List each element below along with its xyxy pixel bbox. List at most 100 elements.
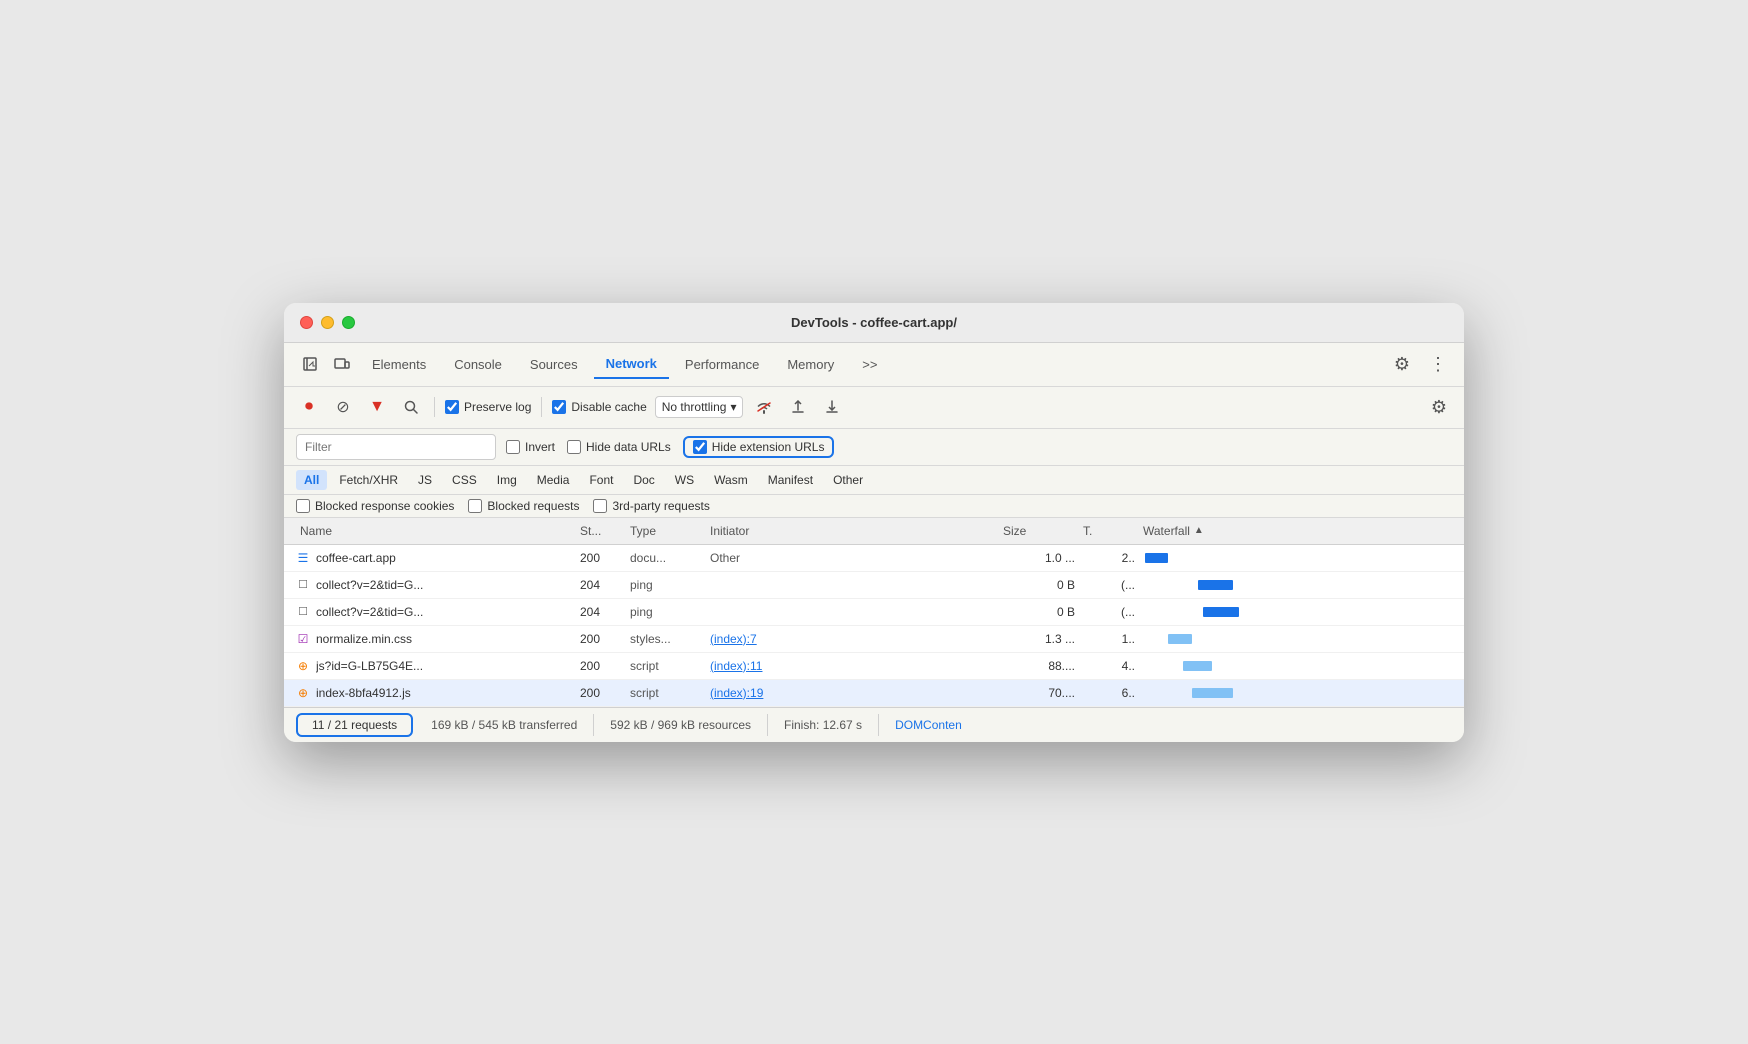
upload-icon[interactable] xyxy=(785,394,811,420)
blocked-cookies-checkbox[interactable] xyxy=(296,499,310,513)
tab-network[interactable]: Network xyxy=(594,350,669,379)
hide-extension-checkbox[interactable] xyxy=(693,440,707,454)
row-initiator: Other xyxy=(706,551,999,565)
type-img[interactable]: Img xyxy=(489,470,525,490)
tab-console[interactable]: Console xyxy=(442,351,514,378)
record-button[interactable]: ⏺ xyxy=(296,394,322,420)
row-filename: coffee-cart.app xyxy=(316,551,396,565)
row-size: 1.3 ... xyxy=(999,632,1079,646)
row-size: 70.... xyxy=(999,686,1079,700)
network-settings-icon[interactable]: ⚙ xyxy=(1426,394,1452,420)
row-time: (... xyxy=(1079,578,1139,592)
filter-icon[interactable]: ▼ xyxy=(364,394,390,420)
traffic-lights xyxy=(300,316,355,329)
table-row[interactable]: ⊕ js?id=G-LB75G4E... 200 script (index):… xyxy=(284,653,1464,680)
download-icon[interactable] xyxy=(819,394,845,420)
blocked-requests-checkbox[interactable] xyxy=(468,499,482,513)
col-waterfall[interactable]: Waterfall ▲ xyxy=(1139,524,1432,538)
window-title: DevTools - coffee-cart.app/ xyxy=(791,315,957,330)
devtools-window: DevTools - coffee-cart.app/ Elements Con… xyxy=(284,303,1464,742)
col-name[interactable]: Name xyxy=(296,524,576,538)
settings-icon[interactable]: ⚙ xyxy=(1388,350,1416,378)
type-wasm[interactable]: Wasm xyxy=(706,470,756,490)
row-initiator[interactable]: (index):11 xyxy=(706,659,999,673)
row-filename: collect?v=2&tid=G... xyxy=(316,578,423,592)
checkbox-icon: ☐ xyxy=(296,578,310,592)
table-row[interactable]: ⊕ index-8bfa4912.js 200 script (index):1… xyxy=(284,680,1464,707)
row-initiator[interactable]: (index):7 xyxy=(706,632,999,646)
hide-data-urls-checkbox[interactable] xyxy=(567,440,581,454)
type-js[interactable]: JS xyxy=(410,470,440,490)
blocked-requests-label[interactable]: Blocked requests xyxy=(468,499,579,513)
close-button[interactable] xyxy=(300,316,313,329)
maximize-button[interactable] xyxy=(342,316,355,329)
disable-cache-label[interactable]: Disable cache xyxy=(552,400,646,414)
row-status: 204 xyxy=(576,578,626,592)
search-icon[interactable] xyxy=(398,394,424,420)
preserve-log-checkbox[interactable] xyxy=(445,400,459,414)
tab-memory[interactable]: Memory xyxy=(775,351,846,378)
row-name-cell: ☑ normalize.min.css xyxy=(296,632,576,646)
preserve-log-label[interactable]: Preserve log xyxy=(445,400,531,414)
type-manifest[interactable]: Manifest xyxy=(760,470,821,490)
network-conditions-icon[interactable] xyxy=(751,394,777,420)
minimize-button[interactable] xyxy=(321,316,334,329)
filter-input[interactable] xyxy=(296,434,496,460)
row-initiator[interactable]: (index):19 xyxy=(706,686,999,700)
tab-sources[interactable]: Sources xyxy=(518,351,590,378)
devtools-tabs: Elements Console Sources Network Perform… xyxy=(284,343,1464,387)
row-size: 1.0 ... xyxy=(999,551,1079,565)
filter-row: Invert Hide data URLs Hide extension URL… xyxy=(284,429,1464,466)
row-name-cell: ☰ coffee-cart.app xyxy=(296,551,576,565)
col-status[interactable]: St... xyxy=(576,524,626,538)
throttle-select[interactable]: No throttling ▾ xyxy=(655,396,744,418)
dom-content: DOMConten xyxy=(879,714,978,736)
col-size[interactable]: Size xyxy=(999,524,1079,538)
row-status: 200 xyxy=(576,659,626,673)
col-initiator[interactable]: Initiator xyxy=(706,524,999,538)
row-status: 200 xyxy=(576,686,626,700)
third-party-checkbox[interactable] xyxy=(593,499,607,513)
hide-extension-label[interactable]: Hide extension URLs xyxy=(693,440,825,454)
tab-performance[interactable]: Performance xyxy=(673,351,771,378)
row-size: 0 B xyxy=(999,605,1079,619)
waterfall-cell xyxy=(1139,685,1432,701)
type-doc[interactable]: Doc xyxy=(625,470,662,490)
row-filename: normalize.min.css xyxy=(316,632,412,646)
row-name-cell: ☐ collect?v=2&tid=G... xyxy=(296,578,576,592)
type-css[interactable]: CSS xyxy=(444,470,485,490)
row-type: ping xyxy=(626,578,706,592)
col-type[interactable]: Type xyxy=(626,524,706,538)
col-time[interactable]: T. xyxy=(1079,524,1139,538)
table-row[interactable]: ☑ normalize.min.css 200 styles... (index… xyxy=(284,626,1464,653)
disable-cache-checkbox[interactable] xyxy=(552,400,566,414)
table-row[interactable]: ☐ collect?v=2&tid=G... 204 ping 0 B (... xyxy=(284,572,1464,599)
network-table: ☰ coffee-cart.app 200 docu... Other 1.0 … xyxy=(284,545,1464,707)
tab-more[interactable]: >> xyxy=(850,351,889,378)
invert-label[interactable]: Invert xyxy=(506,440,555,454)
type-other[interactable]: Other xyxy=(825,470,871,490)
more-options-icon[interactable]: ⋮ xyxy=(1424,350,1452,378)
tab-elements[interactable]: Elements xyxy=(360,351,438,378)
type-all[interactable]: All xyxy=(296,470,327,490)
responsive-icon[interactable] xyxy=(328,350,356,378)
requests-count: 11 / 21 requests xyxy=(296,713,413,737)
row-type: script xyxy=(626,659,706,673)
row-time: 1.. xyxy=(1079,632,1139,646)
blocked-cookies-label[interactable]: Blocked response cookies xyxy=(296,499,454,513)
type-media[interactable]: Media xyxy=(529,470,578,490)
table-row[interactable]: ☰ coffee-cart.app 200 docu... Other 1.0 … xyxy=(284,545,1464,572)
third-party-label[interactable]: 3rd-party requests xyxy=(593,499,709,513)
clear-button[interactable]: ⊘ xyxy=(330,394,356,420)
invert-checkbox[interactable] xyxy=(506,440,520,454)
cursor-icon[interactable] xyxy=(296,350,324,378)
hide-data-urls-label[interactable]: Hide data URLs xyxy=(567,440,671,454)
row-type: docu... xyxy=(626,551,706,565)
type-font[interactable]: Font xyxy=(581,470,621,490)
table-row[interactable]: ☐ collect?v=2&tid=G... 204 ping 0 B (... xyxy=(284,599,1464,626)
filter-options: Invert Hide data URLs Hide extension URL… xyxy=(506,436,834,458)
waterfall-cell xyxy=(1139,658,1432,674)
type-fetch-xhr[interactable]: Fetch/XHR xyxy=(331,470,406,490)
type-ws[interactable]: WS xyxy=(667,470,702,490)
row-time: 2.. xyxy=(1079,551,1139,565)
